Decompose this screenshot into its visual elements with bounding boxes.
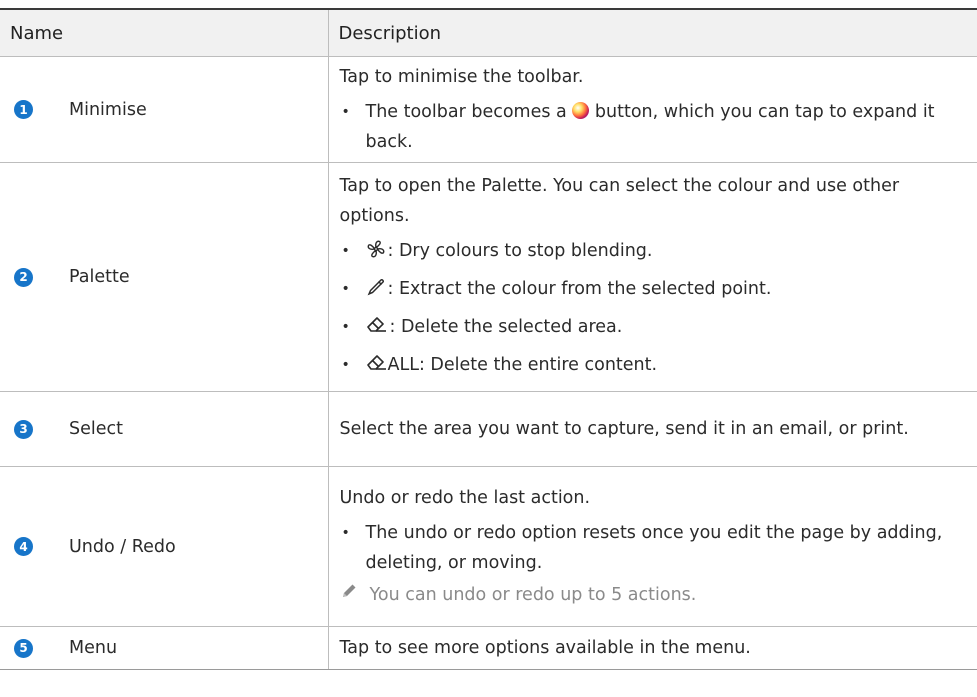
bullet-item: • : Dry colours to stop blending. xyxy=(340,236,966,269)
bullet-text: : Extract the colour from the selected p… xyxy=(387,279,772,299)
fan-dry-icon xyxy=(366,239,386,269)
header-name: Name xyxy=(0,8,328,57)
table-row-menu: 5 Menu Tap to see more options available … xyxy=(0,626,977,670)
row-description: Undo or redo the last action. • The undo… xyxy=(327,466,977,627)
table-row-select: 3 Select Select the area you want to capt… xyxy=(0,391,977,467)
number-badge: 3 xyxy=(14,419,33,439)
table-row-undo-redo: 4 Undo / Redo Undo or redo the last actio… xyxy=(0,466,977,627)
row-name: Menu xyxy=(69,638,118,658)
description-text: Undo or redo the last action. xyxy=(339,488,591,508)
row-description: Tap to open the Palette. You can select … xyxy=(327,162,977,392)
table-header-row: Name Description xyxy=(0,8,977,57)
number-badge: 5 xyxy=(14,638,33,658)
row-description: Tap to minimise the toolbar. • The toolb… xyxy=(327,56,977,163)
header-description: Description xyxy=(327,8,977,57)
bullet-dot: • xyxy=(341,243,350,259)
description-text: Select the area you want to capture, sen… xyxy=(339,419,909,439)
description-text: Tap to open the Palette. You can select … xyxy=(339,176,900,226)
bullet-item: • ALL: Delete the entire content. xyxy=(340,350,966,383)
row-name: Minimise xyxy=(69,99,147,120)
toolbar-description-table: Name Description 1 Minimise Tap to minimi… xyxy=(0,8,977,670)
eraser-all-icon xyxy=(366,353,388,383)
bullet-dot: • xyxy=(341,525,350,541)
eyedropper-icon xyxy=(366,277,386,307)
row-name: Palette xyxy=(69,267,130,287)
bullet-item: • : Delete the selected area. xyxy=(340,312,966,345)
bullet-text: : Dry colours to stop blending. xyxy=(387,241,653,261)
bullet-item: • The undo or redo option resets once yo… xyxy=(340,518,966,578)
row-name: Select xyxy=(69,419,123,439)
row-description: Tap to see more options available in the… xyxy=(327,626,977,670)
number-badge: 4 xyxy=(14,537,33,556)
bullet-text: : Delete the selected area. xyxy=(389,317,623,337)
bullet-dot: • xyxy=(341,104,350,120)
number-badge: 2 xyxy=(14,267,33,287)
note-text: You can undo or redo up to 5 actions. xyxy=(369,585,697,605)
bullet-text: ALL: Delete the entire content. xyxy=(387,355,658,375)
note: You can undo or redo up to 5 actions. xyxy=(340,580,966,610)
row-description: Select the area you want to capture, sen… xyxy=(327,391,977,467)
description-text: Tap to minimise the toolbar. xyxy=(339,67,584,87)
description-text: Tap to see more options available in the… xyxy=(339,638,751,658)
eraser-icon xyxy=(366,315,388,345)
table-row-palette: 2 Palette Tap to open the Palette. You ca… xyxy=(0,162,977,392)
table-row-minimise: 1 Minimise Tap to minimise the toolbar. •… xyxy=(0,56,977,163)
bullet-text-before: The toolbar becomes a xyxy=(365,102,567,122)
row-name: Undo / Redo xyxy=(69,536,176,557)
minimised-toolbar-ball-icon xyxy=(572,102,590,119)
bullet-item: • : Extract the colour from the selected… xyxy=(340,274,966,307)
bullet-dot: • xyxy=(341,319,350,335)
bullet-item: • The toolbar becomes a button, which yo… xyxy=(340,97,966,157)
number-badge: 1 xyxy=(14,100,33,119)
bullet-dot: • xyxy=(341,357,350,373)
bullet-dot: • xyxy=(341,281,350,297)
pencil-note-icon xyxy=(340,580,358,610)
bullet-text: The undo or redo option resets once you … xyxy=(365,523,943,573)
